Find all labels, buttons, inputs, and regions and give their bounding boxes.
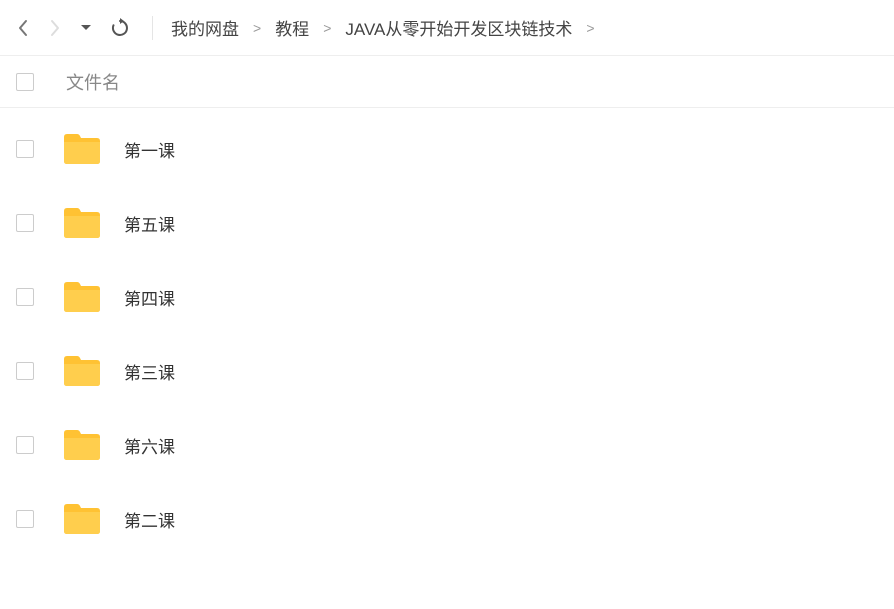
breadcrumb-separator: > (323, 20, 331, 36)
toolbar: 我的网盘 > 教程 > JAVA从零开始开发区块链技术 > (0, 0, 894, 56)
row-checkbox[interactable] (16, 214, 34, 232)
breadcrumb-item[interactable]: JAVA从零开始开发区块链技术 (345, 15, 572, 40)
row-checkbox[interactable] (16, 510, 34, 528)
breadcrumb-item[interactable]: 我的网盘 (171, 15, 239, 40)
file-row[interactable]: 第一课 (0, 112, 894, 186)
breadcrumb-separator: > (586, 20, 594, 36)
file-name: 第二课 (124, 507, 175, 532)
file-name: 第五课 (124, 211, 175, 236)
back-button[interactable] (16, 18, 30, 38)
chevron-right-icon (48, 18, 62, 38)
history-dropdown[interactable] (80, 24, 92, 32)
refresh-icon (110, 18, 130, 38)
file-name: 第六课 (124, 433, 175, 458)
folder-icon (62, 280, 102, 314)
list-header: 文件名 (0, 56, 894, 108)
file-list: 第一课 第五课 第四课 第三课 第六课 第二课 (0, 108, 894, 556)
refresh-button[interactable] (110, 18, 130, 38)
breadcrumb-item[interactable]: 教程 (275, 15, 309, 40)
breadcrumb-separator: > (253, 20, 261, 36)
folder-icon (62, 132, 102, 166)
file-name: 第三课 (124, 359, 175, 384)
filename-column-header[interactable]: 文件名 (66, 69, 120, 95)
file-row[interactable]: 第二课 (0, 482, 894, 556)
file-row[interactable]: 第四课 (0, 260, 894, 334)
file-row[interactable]: 第三课 (0, 334, 894, 408)
toolbar-divider (152, 16, 153, 40)
file-row[interactable]: 第六课 (0, 408, 894, 482)
forward-button[interactable] (48, 18, 62, 38)
select-all-checkbox[interactable] (16, 73, 34, 91)
row-checkbox[interactable] (16, 362, 34, 380)
file-name: 第一课 (124, 137, 175, 162)
file-row[interactable]: 第五课 (0, 186, 894, 260)
folder-icon (62, 206, 102, 240)
file-name: 第四课 (124, 285, 175, 310)
breadcrumb: 我的网盘 > 教程 > JAVA从零开始开发区块链技术 > (171, 15, 595, 40)
nav-buttons (16, 18, 150, 38)
row-checkbox[interactable] (16, 436, 34, 454)
folder-icon (62, 428, 102, 462)
row-checkbox[interactable] (16, 140, 34, 158)
caret-down-icon (80, 24, 92, 32)
folder-icon (62, 502, 102, 536)
row-checkbox[interactable] (16, 288, 34, 306)
folder-icon (62, 354, 102, 388)
chevron-left-icon (16, 18, 30, 38)
